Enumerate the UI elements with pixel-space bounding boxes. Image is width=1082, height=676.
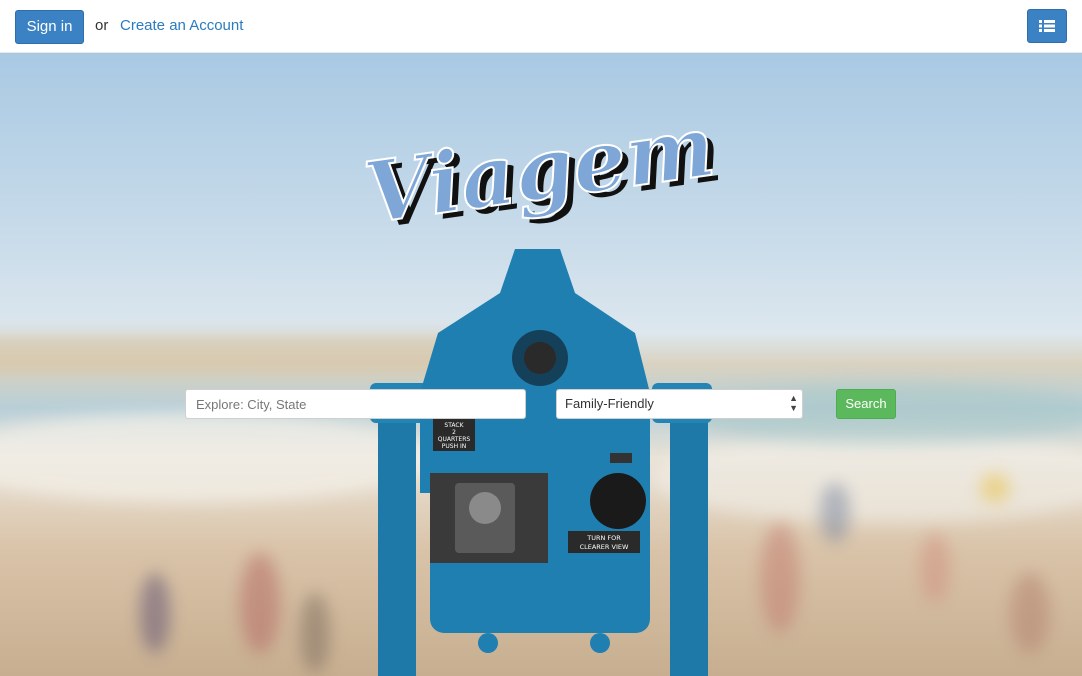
- top-navbar: Sign in or Create an Account: [0, 0, 1082, 53]
- menu-button[interactable]: [1027, 9, 1067, 43]
- list-icon: [1039, 20, 1055, 32]
- create-account-link[interactable]: Create an Account: [120, 17, 243, 34]
- bg-crowd: [1010, 573, 1050, 653]
- select-arrows-icon: ▲ ▼: [789, 393, 798, 413]
- push-in-label: PUSH IN: [442, 443, 467, 450]
- bg-crowd: [980, 473, 1010, 503]
- search-input[interactable]: [185, 389, 526, 419]
- sign-in-button[interactable]: Sign in: [15, 10, 84, 44]
- bg-crowd: [300, 593, 330, 673]
- quarters-count-label: 2: [452, 429, 456, 436]
- category-select-value: Family-Friendly: [565, 396, 654, 411]
- stack-label: STACK: [444, 422, 464, 429]
- category-select[interactable]: Family-Friendly ▲ ▼: [556, 389, 803, 419]
- bg-crowd: [820, 483, 850, 543]
- clearer-view-label: CLEARER VIEW: [580, 543, 629, 551]
- bg-crowd: [240, 553, 280, 653]
- binocular-viewer: STACK 2 QUARTERS PUSH IN TURN FOR CLEARE…: [370, 249, 712, 676]
- search-button[interactable]: Search: [836, 389, 896, 419]
- or-text: or: [95, 17, 109, 34]
- turn-for-label: TURN FOR: [586, 534, 621, 542]
- hero-background: Viagem Viagem STACK 2 QUARTERS PUSH IN T…: [0, 53, 1082, 676]
- bg-crowd: [760, 523, 800, 633]
- bg-crowd: [140, 573, 170, 653]
- bg-crowd: [920, 533, 950, 603]
- quarters-label: QUARTERS: [438, 436, 471, 443]
- viagem-logo: Viagem Viagem: [358, 95, 718, 243]
